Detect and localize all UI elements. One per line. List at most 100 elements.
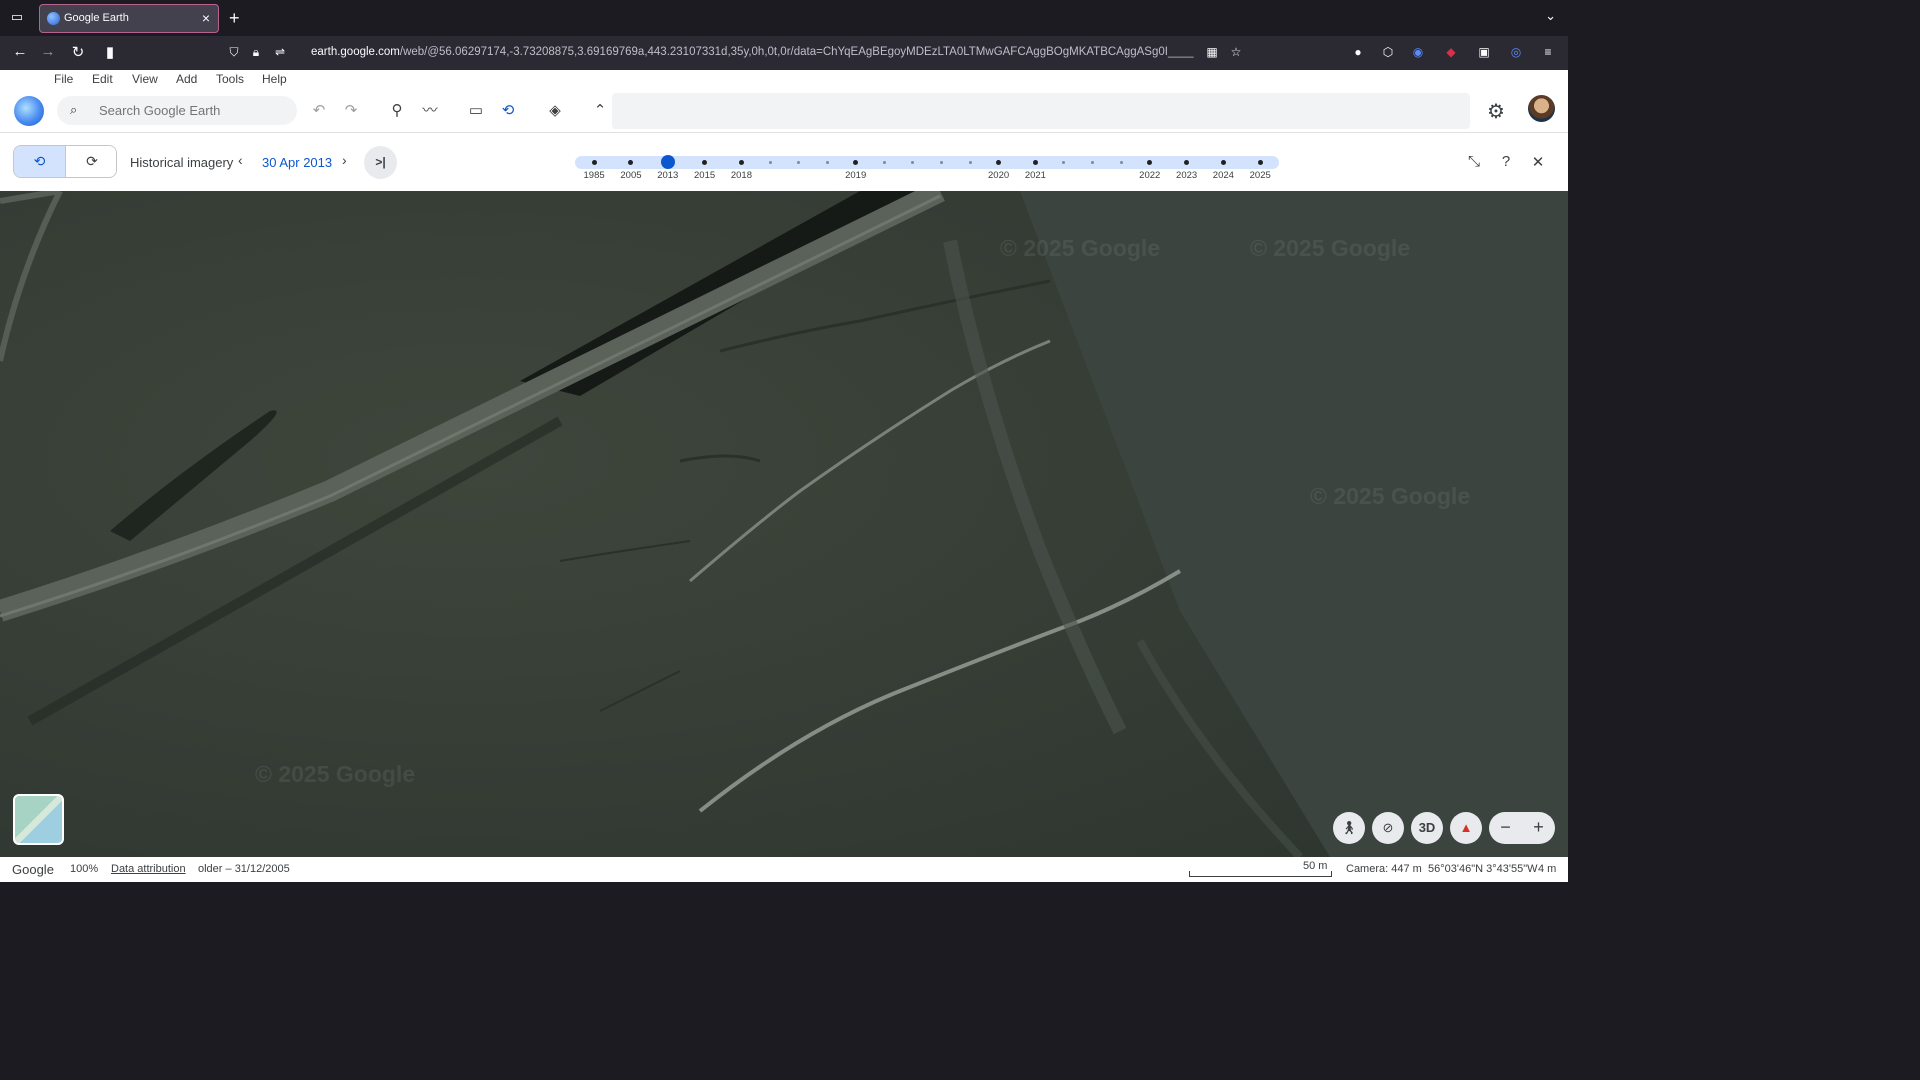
- browser-tab[interactable]: Google Earth ×: [39, 4, 219, 33]
- reload-icon[interactable]: ↻: [68, 43, 88, 61]
- timeline-dot[interactable]: [591, 160, 597, 165]
- gear-icon[interactable]: ⚙: [1487, 99, 1505, 124]
- timeline-dot[interactable]: [911, 161, 915, 164]
- collapse-chevron-up-icon[interactable]: ⌃: [589, 100, 611, 122]
- earth-toolbar: ⌕ ↶ ↷ ⚲ 〰 ▭ ⟲ ◈ ⌃ ⚙: [0, 90, 1568, 132]
- timeline-dot[interactable]: [1184, 160, 1190, 165]
- compass-icon[interactable]: ▲: [1450, 812, 1482, 844]
- timeline-dot[interactable]: [996, 160, 1002, 165]
- tab-title: Google Earth: [64, 12, 129, 24]
- new-tab-icon[interactable]: +: [229, 8, 240, 29]
- url-bar[interactable]: ⛉ 🔒︎ ⇌ earth.google.com/web/@56.06297174…: [220, 40, 1250, 66]
- tab-list-icon[interactable]: ▭: [8, 9, 26, 27]
- timeline-dot[interactable]: [702, 160, 708, 165]
- next-date-chevron-icon[interactable]: ›: [342, 152, 347, 168]
- timeline-year-label: 2005: [620, 170, 642, 181]
- url-path: /web/@56.06297174,-3.73208875,3.69169769…: [399, 46, 1194, 58]
- ublock-icon[interactable]: ◆: [1443, 45, 1459, 61]
- historical-imagery-icon[interactable]: ⟲: [497, 100, 519, 122]
- pegman-street-view-icon[interactable]: 🚶︎: [1333, 812, 1365, 844]
- chevron-down-icon[interactable]: ⌄: [1545, 8, 1556, 24]
- back-icon[interactable]: ←: [10, 43, 30, 60]
- undo-icon[interactable]: ↶: [308, 100, 330, 122]
- historical-imagery-bar: ⟲ ⟳ Historical imagery ‹ 30 Apr 2013 › >…: [0, 132, 1568, 191]
- historical-mode-icon[interactable]: ⟲: [14, 146, 66, 177]
- map-watermark: © 2025 Google: [255, 761, 416, 787]
- redo-icon[interactable]: ↷: [340, 100, 362, 122]
- timeline-dot[interactable]: [768, 161, 772, 164]
- app-menu-bar: File Edit View Add Tools Help: [0, 70, 1568, 90]
- timeline-dot[interactable]: [1147, 160, 1153, 165]
- vpn-icon[interactable]: ◎: [1508, 45, 1524, 61]
- bookmark-star-icon[interactable]: ☆: [1228, 45, 1244, 61]
- timeline-dot[interactable]: [797, 161, 801, 164]
- lock-icon[interactable]: 🔒︎: [248, 45, 264, 61]
- reset-tilt-icon[interactable]: ⊘: [1372, 812, 1404, 844]
- camera-altitude: Camera: 447 m: [1346, 863, 1422, 875]
- timeline-dot[interactable]: [882, 161, 886, 164]
- satellite-imagery: [0, 191, 1568, 857]
- url-text[interactable]: earth.google.com/web/@56.06297174,-3.732…: [311, 46, 1201, 58]
- qr-code-icon[interactable]: ▦: [1204, 45, 1220, 61]
- previous-date-chevron-icon[interactable]: ‹: [238, 152, 243, 168]
- timeline-dot[interactable]: [1119, 161, 1123, 164]
- collapse-arrows-icon[interactable]: ⤡: [1464, 153, 1484, 170]
- timeline-dot[interactable]: [1257, 160, 1263, 165]
- forward-icon[interactable]: →: [38, 43, 58, 60]
- timeline-track[interactable]: [575, 155, 1279, 169]
- imagery-mode-toggle: ⟲ ⟳: [13, 145, 117, 178]
- selected-date[interactable]: 30 Apr 2013: [262, 155, 332, 170]
- help-icon[interactable]: ?: [1496, 153, 1516, 170]
- shield-icon[interactable]: ⛉: [226, 45, 242, 61]
- google-brand: Google: [12, 862, 54, 877]
- timeline-selected-dot[interactable]: [660, 155, 675, 169]
- menu-help[interactable]: Help: [262, 72, 287, 86]
- scale-bar: [1189, 871, 1332, 877]
- timeline-year-label: 2020: [988, 170, 1010, 181]
- close-icon[interactable]: ✕: [1528, 153, 1548, 171]
- measure-ruler-icon[interactable]: ▭: [465, 100, 487, 122]
- timeline-dot[interactable]: [853, 160, 859, 165]
- timeline-dot[interactable]: [825, 161, 829, 164]
- timelapse-mode-icon[interactable]: ⟳: [66, 146, 116, 177]
- data-attribution-link[interactable]: Data attribution: [111, 863, 186, 875]
- add-path-icon[interactable]: 〰: [419, 100, 441, 122]
- add-placemark-icon[interactable]: ⚲: [386, 100, 408, 122]
- map-layers-icon[interactable]: ◈: [544, 100, 566, 122]
- timeline-dot[interactable]: [968, 161, 972, 164]
- menu-view[interactable]: View: [132, 72, 158, 86]
- menu-edit[interactable]: Edit: [92, 72, 113, 86]
- zoom-controls: − +: [1489, 812, 1555, 844]
- toggle-3d-button[interactable]: 3D: [1411, 812, 1443, 844]
- jump-to-latest-icon[interactable]: >|: [364, 146, 397, 179]
- zoom-in-icon[interactable]: +: [1522, 817, 1555, 838]
- timeline-dot[interactable]: [1091, 161, 1095, 164]
- timeline-year-label: 2025: [1249, 170, 1271, 181]
- menu-file[interactable]: File: [54, 72, 73, 86]
- menu-tools[interactable]: Tools: [216, 72, 244, 86]
- search-icon: ⌕: [70, 102, 78, 117]
- permissions-icon[interactable]: ⇌: [272, 45, 288, 61]
- menu-icon[interactable]: ≡: [1540, 45, 1556, 61]
- satellite-map-view[interactable]: © 2025 Google © 2025 Google © 2025 Googl…: [0, 191, 1568, 857]
- timeline-dot[interactable]: [628, 160, 634, 165]
- account-icon[interactable]: ●: [1350, 45, 1366, 61]
- extension-icon[interactable]: ⬡: [1380, 45, 1396, 61]
- timeline-dot[interactable]: [1032, 160, 1038, 165]
- google-earth-logo[interactable]: [14, 96, 44, 126]
- timeline-year-label: 2018: [730, 170, 752, 181]
- tab-close-icon[interactable]: ×: [202, 10, 210, 26]
- search-box[interactable]: ⌕: [57, 96, 297, 125]
- search-input[interactable]: [99, 101, 284, 120]
- avatar[interactable]: [1528, 95, 1555, 122]
- password-manager-icon[interactable]: ◉: [1410, 45, 1426, 61]
- menu-add[interactable]: Add: [176, 72, 197, 86]
- grid-extension-icon[interactable]: ▣: [1476, 45, 1492, 61]
- zoom-out-icon[interactable]: −: [1489, 817, 1522, 838]
- timeline-dot[interactable]: [1062, 161, 1066, 164]
- timeline-year-label: 2015: [694, 170, 716, 181]
- timeline-dot[interactable]: [940, 161, 943, 164]
- timeline-dot[interactable]: [738, 160, 744, 165]
- timeline-dot[interactable]: [1220, 160, 1226, 165]
- map-style-thumbnail[interactable]: [13, 794, 64, 845]
